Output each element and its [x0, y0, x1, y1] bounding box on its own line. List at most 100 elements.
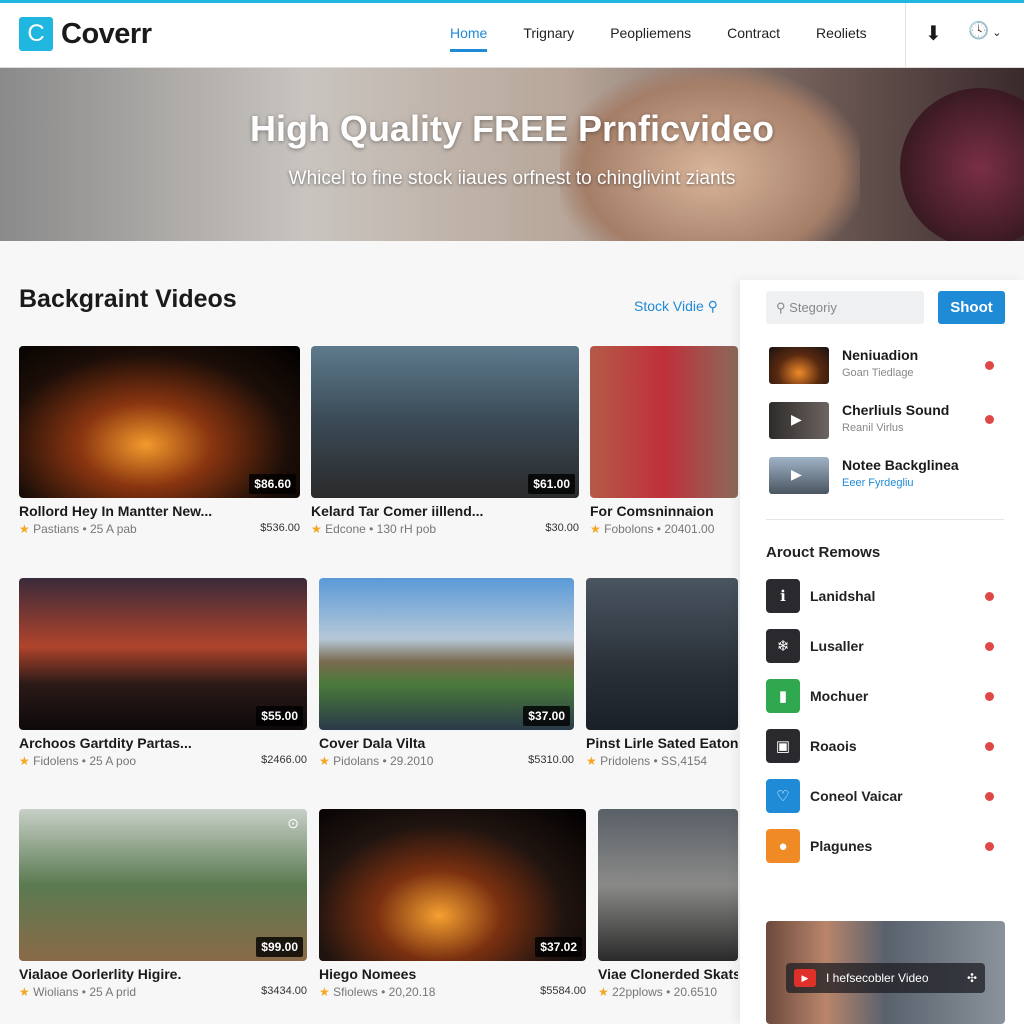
video-meta: Sfiolews • 20,20.18 — [333, 985, 436, 999]
video-meta: Edcone • 130 rH pob — [325, 522, 437, 536]
nav-home[interactable]: Home — [450, 25, 488, 52]
circle-icon: ● — [766, 829, 800, 863]
category-item[interactable]: ▣ Roaois — [766, 729, 857, 763]
category-item[interactable]: ℹ Lanidshal — [766, 579, 875, 613]
logo-text: Coverr — [61, 17, 152, 50]
category-label: Lanidshal — [810, 588, 876, 604]
star-icon: ★ — [590, 522, 601, 536]
video-thumbnail[interactable] — [598, 809, 738, 961]
star-icon: ★ — [319, 754, 330, 768]
category-label: Plagunes — [810, 838, 873, 854]
share-icon[interactable]: ✣ — [967, 971, 977, 985]
video-card[interactable]: Viae Clonerded Skats ★ 22pplows • 20.651… — [598, 809, 738, 999]
hero-subtitle: Whicel to fine stock iiaues orfnest to c… — [288, 168, 736, 189]
promo-video[interactable]: ▶ I hefsecobler Video ✣ — [766, 921, 1005, 1024]
clock-menu-icon[interactable]: 🕓 ⌄ — [968, 21, 1001, 41]
youtube-icon: ▶ — [794, 969, 816, 987]
video-price: $3434.00 — [261, 985, 307, 997]
video-card[interactable]: $37.02 Hiego Nomees ★ Sfiolews • 20,20.1… — [319, 809, 586, 999]
nav-peopliemens[interactable]: Peopliemens — [610, 25, 691, 52]
video-thumbnail[interactable]: $55.00 — [19, 578, 307, 730]
price-tag: $99.00 — [256, 937, 303, 957]
related-subtitle: Eeer Fyrdegliu — [842, 477, 914, 489]
video-thumbnail[interactable]: $86.60 — [19, 346, 300, 498]
video-meta: Pidolans • 29.2010 — [333, 754, 434, 768]
video-title: Vialaoe Oorlerlity Higire. — [19, 966, 182, 982]
video-thumbnail[interactable] — [590, 346, 738, 498]
price-tag: $86.60 — [249, 474, 296, 494]
video-title: For Comsninnaion — [590, 503, 714, 519]
video-thumbnail[interactable] — [586, 578, 738, 730]
promo-bar: ▶ I hefsecobler Video ✣ — [786, 963, 985, 993]
category-label: Mochuer — [810, 688, 869, 704]
star-icon: ★ — [19, 754, 30, 768]
nav-reoliets[interactable]: Reoliets — [816, 25, 867, 52]
star-icon: ★ — [598, 985, 609, 999]
category-item[interactable]: ♡ Coneol Vaicar — [766, 779, 903, 813]
star-icon: ★ — [319, 985, 330, 999]
video-title: Pinst Lirle Sated Eatong — [586, 735, 738, 751]
nav-trignary[interactable]: Trignary — [523, 25, 574, 52]
related-video[interactable]: Neniuadion Goan Tiedlage — [769, 347, 918, 387]
video-title: Cover Dala Vilta — [319, 735, 426, 751]
video-price: $2466.00 — [261, 754, 307, 766]
heart-icon: ♡ — [766, 779, 800, 813]
video-title: Kelard Tar Comer iillend... — [311, 503, 484, 519]
video-card[interactable]: $86.60 Rollord Hey In Mantter New... ★ P… — [19, 346, 300, 536]
logo[interactable]: C Coverr — [19, 17, 152, 51]
video-thumbnail[interactable]: $37.02 — [319, 809, 586, 961]
price-tag: $37.02 — [535, 937, 582, 957]
video-price: $5584.00 — [540, 985, 586, 997]
related-video[interactable]: ▶ Cherliuls Sound Reanil Virlus — [769, 402, 949, 442]
price-tag: $61.00 — [528, 474, 575, 494]
category-label: Roaois — [810, 738, 857, 754]
notification-dot — [985, 592, 994, 601]
logo-mark: C — [19, 17, 53, 51]
video-thumbnail[interactable]: $37.00 — [319, 578, 574, 730]
video-card[interactable]: $61.00 Kelard Tar Comer iillend... ★ Edc… — [311, 346, 579, 536]
category-item[interactable]: ▮ Mochuer — [766, 679, 868, 713]
price-tag: $37.00 — [523, 706, 570, 726]
header: C Coverr Home Trignary Peopliemens Contr… — [0, 3, 1024, 68]
category-label: Lusaller — [810, 638, 864, 654]
video-title: Viae Clonerded Skats — [598, 966, 738, 982]
video-card[interactable]: For Comsninnaion ★ Fobolons • 20401.00 — [590, 346, 738, 536]
star-icon: ★ — [586, 754, 597, 768]
star-icon: ★ — [19, 985, 30, 999]
video-card[interactable]: $55.00 Archoos Gartdity Partas... ★ Fido… — [19, 578, 307, 768]
video-title: Archoos Gartdity Partas... — [19, 735, 192, 751]
snowflake-icon: ❄ — [766, 629, 800, 663]
chart-icon: ▮ — [766, 679, 800, 713]
nav-contract[interactable]: Contract — [727, 25, 780, 52]
play-icon: ▶ — [791, 466, 802, 482]
shoot-button[interactable]: Shoot — [938, 291, 1005, 324]
search-input[interactable]: ⚲ Stegoriy — [766, 291, 924, 324]
video-card[interactable]: $99.00 ⊙ Vialaoe Oorlerlity Higire. ★ Wio… — [19, 809, 307, 999]
category-item[interactable]: ❄ Lusaller — [766, 629, 864, 663]
related-title: Notee Backglinea — [842, 457, 959, 473]
video-card[interactable]: $37.00 Cover Dala Vilta ★ Pidolans • 29.… — [319, 578, 574, 768]
video-thumbnail — [769, 347, 829, 384]
related-title: Cherliuls Sound — [842, 402, 950, 418]
notification-dot — [985, 742, 994, 751]
video-thumbnail[interactable]: $61.00 — [311, 346, 579, 498]
stock-video-link[interactable]: Stock Vidie ⚲ — [634, 298, 718, 315]
notification-dot — [985, 642, 994, 651]
related-title: Neniuadion — [842, 347, 919, 363]
download-icon[interactable]: ⬇ — [925, 21, 942, 46]
section-title: Backgraint Videos — [19, 285, 237, 313]
category-label: Coneol Vaicar — [810, 788, 903, 804]
location-icon[interactable]: ⊙ — [287, 815, 299, 832]
star-icon: ★ — [311, 522, 322, 536]
notification-dot — [985, 692, 994, 701]
video-meta: Pastians • 25 A pab — [33, 522, 137, 536]
video-thumbnail: ▶ — [769, 457, 829, 494]
main-nav: Home Trignary Peopliemens Contract Reoli… — [450, 25, 903, 52]
category-item[interactable]: ● Plagunes — [766, 829, 872, 863]
related-video[interactable]: ▶ Notee Backglinea Eeer Fyrdegliu — [769, 457, 959, 497]
video-title: Rollord Hey In Mantter New... — [19, 503, 213, 519]
video-card[interactable]: Pinst Lirle Sated Eatong ★ Pridolens • S… — [586, 578, 738, 768]
stock-link-label: Stock Vidie — [634, 298, 704, 314]
video-thumbnail[interactable]: $99.00 ⊙ — [19, 809, 307, 961]
related-subtitle: Reanil Virlus — [842, 422, 904, 434]
